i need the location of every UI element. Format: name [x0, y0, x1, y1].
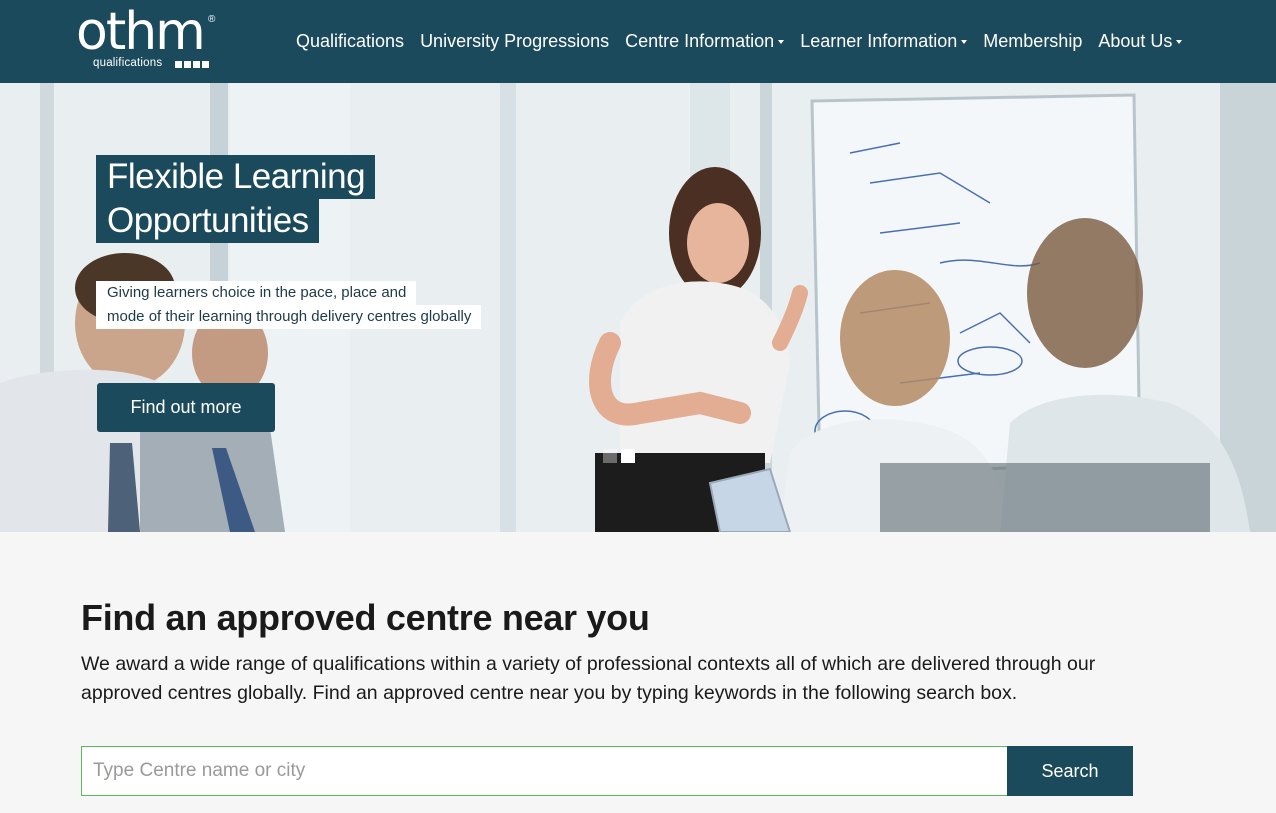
hero-title: Flexible Learning Opportunities: [96, 155, 376, 243]
hero-title-line: Opportunities: [96, 199, 319, 243]
hero-subtitle-line: mode of their learning through delivery …: [96, 305, 482, 329]
nav-qualifications[interactable]: Qualifications: [296, 31, 404, 52]
nav-membership[interactable]: Membership: [983, 31, 1082, 52]
centre-search-input[interactable]: [81, 746, 1008, 796]
finder-description: We award a wide range of qualifications …: [81, 653, 1096, 704]
nav-label: University Progressions: [420, 30, 610, 51]
hero-carousel: Flexible Learning Opportunities Giving l…: [0, 83, 1276, 532]
logo-wordmark: othm: [76, 2, 206, 62]
caret-down-icon: [961, 40, 968, 44]
caret-down-icon: [1176, 40, 1183, 44]
nav-label: About Us: [1098, 30, 1173, 51]
hero-subtitle-line: Giving learners choice in the pace, plac…: [96, 281, 417, 305]
carousel-dot-active[interactable]: [621, 449, 635, 463]
search-button[interactable]: Search: [1007, 746, 1133, 796]
carousel-dot[interactable]: [603, 449, 617, 463]
carousel-indicators: [603, 449, 635, 463]
nav-label: Qualifications: [296, 30, 405, 51]
find-out-more-button[interactable]: Find out more: [97, 383, 275, 432]
nav-label: Membership: [983, 30, 1083, 51]
finder-title: Find an approved centre near you: [81, 597, 650, 638]
registered-mark: ®: [208, 14, 216, 25]
nav-about-us[interactable]: About Us: [1098, 30, 1183, 52]
nav-label: Centre Information: [625, 30, 775, 51]
othm-logo[interactable]: othm ® qualifications: [76, 2, 226, 72]
nav-label: Learner Information: [800, 30, 958, 51]
hero-title-line: Flexible Learning: [96, 155, 376, 199]
nav-learner-information[interactable]: Learner Information: [800, 30, 968, 52]
top-navbar: othm ® qualifications Qualifications Uni…: [0, 0, 1276, 83]
logo-blocks-icon: [175, 61, 209, 68]
hero-subtitle: Giving learners choice in the pace, plac…: [96, 281, 482, 329]
logo-subtitle: qualifications: [93, 57, 163, 69]
caret-down-icon: [778, 40, 785, 44]
nav-centre-information[interactable]: Centre Information: [625, 30, 785, 52]
nav-university-progressions[interactable]: University Progressions: [420, 31, 609, 52]
main-nav: Qualifications University Progressions C…: [296, 28, 1183, 54]
